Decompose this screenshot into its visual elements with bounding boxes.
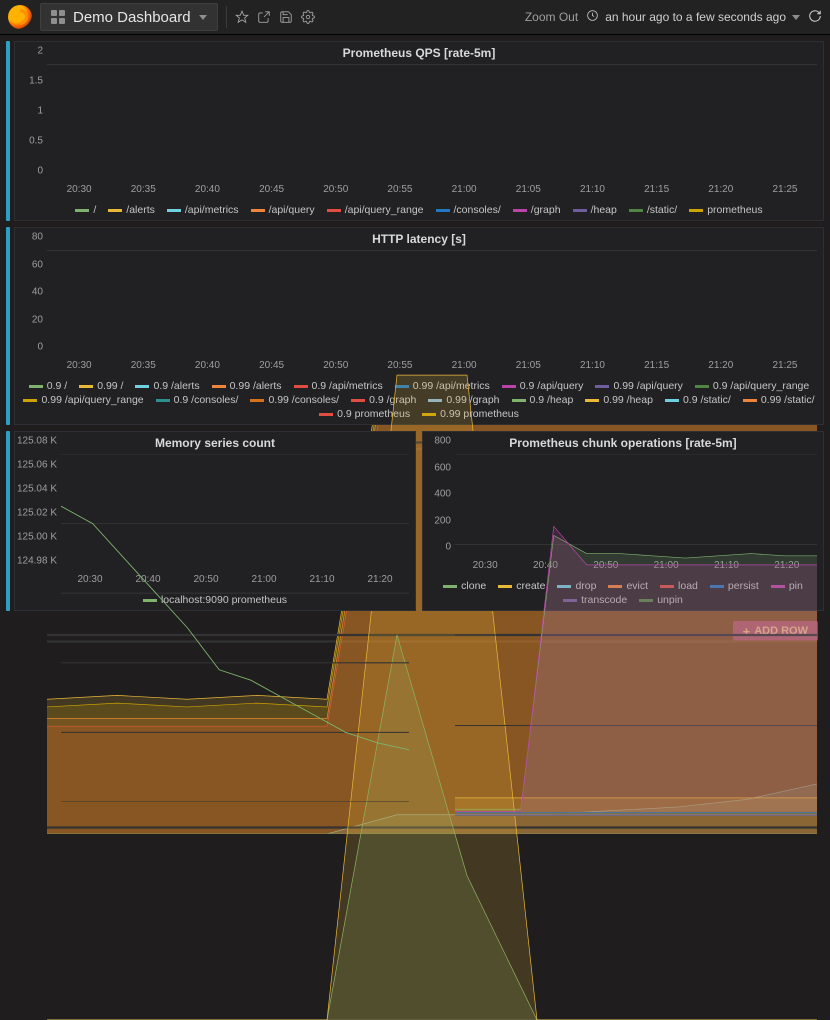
y-tick: 20 [32, 314, 43, 325]
y-tick: 0.5 [29, 136, 43, 147]
share-icon[interactable] [257, 10, 271, 24]
caret-down-icon [199, 15, 207, 20]
row-half: Memory series count 124.98 K 125.00 K 125.… [6, 431, 824, 611]
y-tick: 400 [434, 489, 451, 500]
y-tick: 40 [32, 287, 43, 298]
y-tick: 0 [37, 166, 43, 177]
zoom-out-button[interactable]: Zoom Out [525, 10, 578, 24]
legend-swatch [23, 399, 37, 402]
y-tick: 2 [37, 46, 43, 57]
y-tick: 124.98 K [17, 556, 57, 567]
y-tick: 1 [37, 106, 43, 117]
y-tick: 200 [434, 515, 451, 526]
y-tick: 80 [32, 232, 43, 243]
y-tick: 800 [434, 436, 451, 447]
plot-memory: 124.98 K 125.00 K 125.02 K 125.04 K 125.06 K… [15, 452, 415, 590]
navbar: Demo Dashboard Zoom Out an hour ago to a… [0, 0, 830, 35]
panel-title: Prometheus chunk operations [rate-5m] [423, 432, 823, 452]
panel-latency[interactable]: HTTP latency [s] 02040608020:3020:3520:4… [14, 227, 824, 425]
row-handle[interactable] [6, 431, 10, 611]
y-tick: 125.02 K [17, 508, 57, 519]
dashboard-name: Demo Dashboard [73, 9, 191, 26]
y-tick: 60 [32, 259, 43, 270]
plot-chunk: 020040060080020:3020:4020:5021:0021:1021… [423, 452, 823, 576]
nav-separator [226, 6, 227, 28]
y-tick: 125.06 K [17, 460, 57, 471]
panel-title: Memory series count [15, 432, 415, 452]
y-tick: 125.08 K [17, 436, 57, 447]
plot-qps: 00.511.5220:3020:3520:4020:4520:5020:552… [15, 62, 823, 200]
panel-memory[interactable]: Memory series count 124.98 K 125.00 K 125.… [14, 431, 416, 611]
legend-swatch [29, 385, 43, 388]
refresh-icon[interactable] [808, 9, 822, 26]
row-qps: Prometheus QPS [rate-5m] 00.511.5220:302… [6, 41, 824, 221]
dashboard-picker-button[interactable]: Demo Dashboard [40, 3, 218, 31]
y-tick: 125.04 K [17, 484, 57, 495]
y-tick: 125.00 K [17, 532, 57, 543]
row-handle[interactable] [6, 227, 10, 425]
panel-chunk[interactable]: Prometheus chunk operations [rate-5m] 0 2… [422, 431, 824, 611]
time-range-label: an hour ago to a few seconds ago [605, 10, 786, 24]
clock-icon [586, 9, 599, 25]
caret-down-icon [792, 15, 800, 20]
y-tick: 1.5 [29, 76, 43, 87]
settings-icon[interactable] [301, 10, 315, 24]
panel-qps[interactable]: Prometheus QPS [rate-5m] 00.511.5220:302… [14, 41, 824, 221]
panel-title: Prometheus QPS [rate-5m] [15, 42, 823, 62]
row-latency: HTTP latency [s] 02040608020:3020:3520:4… [6, 227, 824, 425]
plot-latency: 02040608020:3020:3520:4020:4520:5020:552… [15, 248, 823, 376]
dashboard-body: Prometheus QPS [rate-5m] 00.511.5220:302… [0, 35, 830, 655]
star-icon[interactable] [235, 10, 249, 24]
panel-title: HTTP latency [s] [15, 228, 823, 248]
save-icon[interactable] [279, 10, 293, 24]
row-handle[interactable] [6, 41, 10, 221]
grid-icon [51, 10, 65, 24]
y-tick: 600 [434, 462, 451, 473]
time-range-picker[interactable]: an hour ago to a few seconds ago [586, 9, 800, 25]
y-tick: 0 [37, 342, 43, 353]
y-tick: 0 [445, 542, 451, 553]
grafana-logo-icon[interactable] [8, 5, 32, 29]
